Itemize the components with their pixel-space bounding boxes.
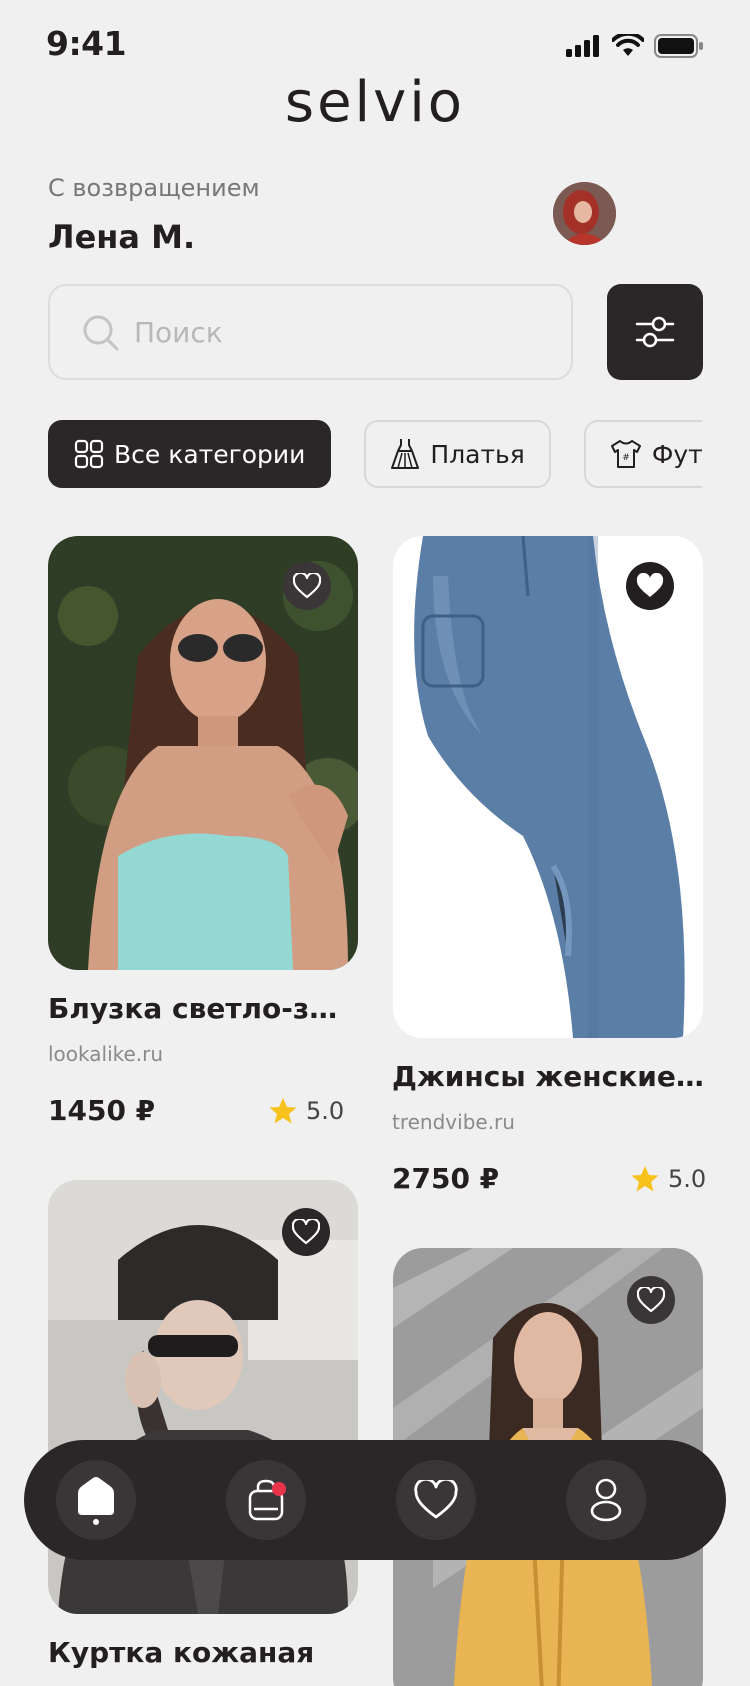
profile-icon xyxy=(590,1478,622,1522)
search-icon xyxy=(83,315,119,351)
product-rating: 5.0 xyxy=(268,1096,344,1126)
nav-profile[interactable] xyxy=(566,1460,646,1540)
sliders-icon xyxy=(635,316,675,348)
dress-icon xyxy=(391,439,420,469)
rating-value: 5.0 xyxy=(306,1097,345,1125)
bag-icon xyxy=(248,1479,286,1521)
heart-icon xyxy=(414,1480,458,1519)
star-icon xyxy=(269,1098,297,1124)
signal-icon xyxy=(566,35,599,57)
filter-button[interactable] xyxy=(607,284,703,380)
app-logo: selvio xyxy=(284,70,466,135)
status-icons xyxy=(566,34,704,58)
nav-home[interactable] xyxy=(56,1460,136,1540)
heart-filled-icon xyxy=(636,573,664,597)
home-icon xyxy=(78,1477,114,1525)
product-title[interactable]: Джинсы женские в ... xyxy=(392,1060,704,1093)
category-label: Все категории xyxy=(114,439,306,469)
favorite-button[interactable] xyxy=(282,1208,330,1256)
category-list: Все категории Платья # Футболки xyxy=(48,420,702,490)
favorite-button[interactable] xyxy=(283,562,331,610)
product-rating: 5.0 xyxy=(630,1164,706,1194)
product-shop: lookalike.ru xyxy=(48,1042,164,1066)
category-all[interactable]: Все категории xyxy=(48,420,332,488)
product-title[interactable]: Блузка светло-зел... xyxy=(48,992,353,1025)
status-time: 9:41 xyxy=(46,24,127,63)
user-name: Лена М. xyxy=(48,218,196,256)
cart-badge xyxy=(272,1482,286,1496)
nav-favorites[interactable] xyxy=(396,1460,476,1540)
favorite-button[interactable] xyxy=(626,562,674,610)
tshirt-icon: # xyxy=(610,440,641,468)
rating-value: 5.0 xyxy=(668,1165,707,1193)
category-label: Футболки xyxy=(651,439,702,469)
greeting-subtitle: С возвращением xyxy=(48,174,260,202)
battery-icon xyxy=(654,34,703,58)
product-shop: trendvibe.ru xyxy=(392,1110,515,1134)
nav-cart[interactable] xyxy=(226,1460,306,1540)
grid-icon xyxy=(74,439,104,469)
heart-icon xyxy=(292,1219,320,1245)
svg-text:#: # xyxy=(622,453,630,463)
favorite-button[interactable] xyxy=(627,1276,675,1324)
star-icon xyxy=(631,1166,659,1192)
product-image[interactable] xyxy=(393,536,703,1038)
category-tshirts[interactable]: # Футболки xyxy=(583,420,702,488)
category-label: Платья xyxy=(430,439,525,469)
product-price: 1450 ₽ xyxy=(48,1094,156,1127)
product-price: 2750 ₽ xyxy=(392,1162,500,1195)
search-input[interactable] xyxy=(134,300,554,364)
avatar[interactable] xyxy=(553,182,616,245)
heart-icon xyxy=(293,573,321,599)
heart-icon xyxy=(637,1287,665,1313)
wifi-icon xyxy=(612,34,644,56)
category-dresses[interactable]: Платья xyxy=(364,420,551,488)
product-title[interactable]: Куртка кожаная xyxy=(48,1636,353,1669)
